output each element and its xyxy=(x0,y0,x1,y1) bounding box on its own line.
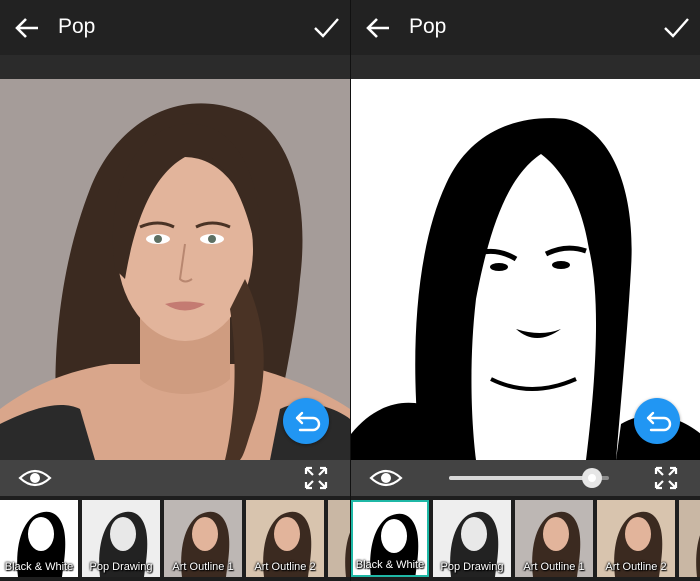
filter-thumb[interactable]: Art xyxy=(679,500,700,577)
checkmark-icon[interactable] xyxy=(312,14,340,42)
page-title: Pop xyxy=(58,15,96,38)
undo-icon xyxy=(295,411,321,432)
filter-label: Art Outline 1 xyxy=(172,561,234,573)
expand-icon[interactable] xyxy=(304,466,328,490)
filter-thumb[interactable]: Art Outline 1 xyxy=(164,500,242,577)
filter-label: Art xyxy=(328,561,350,573)
filter-strip: Black & White Pop Drawing Art Outline 1 Art… xyxy=(0,496,350,581)
filter-label: Art Outline 1 xyxy=(523,561,585,573)
filter-label: Black & White xyxy=(4,561,74,573)
app-bar: Pop xyxy=(0,0,350,55)
filter-label: Black & White xyxy=(355,559,425,571)
page-title: Pop xyxy=(409,15,447,38)
filter-strip: Black & White Pop Drawing Art Outline 1 Art… xyxy=(351,496,700,581)
filter-thumb[interactable]: Pop Drawing xyxy=(82,500,160,577)
arrow-left-icon[interactable] xyxy=(365,15,391,41)
expand-icon[interactable] xyxy=(654,466,678,490)
original-photo-pane: Pop Black & White Pop Drawing Art Outlin… xyxy=(0,0,350,581)
toolbar-spacer xyxy=(351,55,700,79)
intensity-slider[interactable] xyxy=(449,467,609,489)
filter-thumb[interactable]: Art xyxy=(328,500,350,577)
filtered-photo-pane: Pop Black & White Pop Drawing Art Outline … xyxy=(350,0,700,581)
filter-thumb[interactable]: Pop Drawing xyxy=(433,500,511,577)
preview-controls xyxy=(0,460,350,496)
filter-label: Art xyxy=(679,561,700,573)
preview-controls xyxy=(351,460,700,496)
arrow-left-icon[interactable] xyxy=(14,15,40,41)
eye-icon[interactable] xyxy=(369,466,403,490)
filter-thumb[interactable]: Black & White xyxy=(0,500,78,577)
filter-thumb[interactable]: Art Outline 1 xyxy=(515,500,593,577)
checkmark-icon[interactable] xyxy=(662,14,690,42)
filter-thumb[interactable]: Black & White xyxy=(351,500,429,577)
filter-label: Pop Drawing xyxy=(89,561,153,573)
filter-label: Pop Drawing xyxy=(440,561,504,573)
app-bar: Pop xyxy=(351,0,700,55)
filter-label: Art Outline 2 xyxy=(605,561,667,573)
eye-icon[interactable] xyxy=(18,466,52,490)
undo-button[interactable] xyxy=(634,398,680,444)
filter-label: Art Outline 2 xyxy=(254,561,316,573)
undo-icon xyxy=(646,411,672,432)
toolbar-spacer xyxy=(0,55,350,79)
filter-thumb[interactable]: Art Outline 2 xyxy=(597,500,675,577)
undo-button[interactable] xyxy=(283,398,329,444)
filter-thumb[interactable]: Art Outline 2 xyxy=(246,500,324,577)
